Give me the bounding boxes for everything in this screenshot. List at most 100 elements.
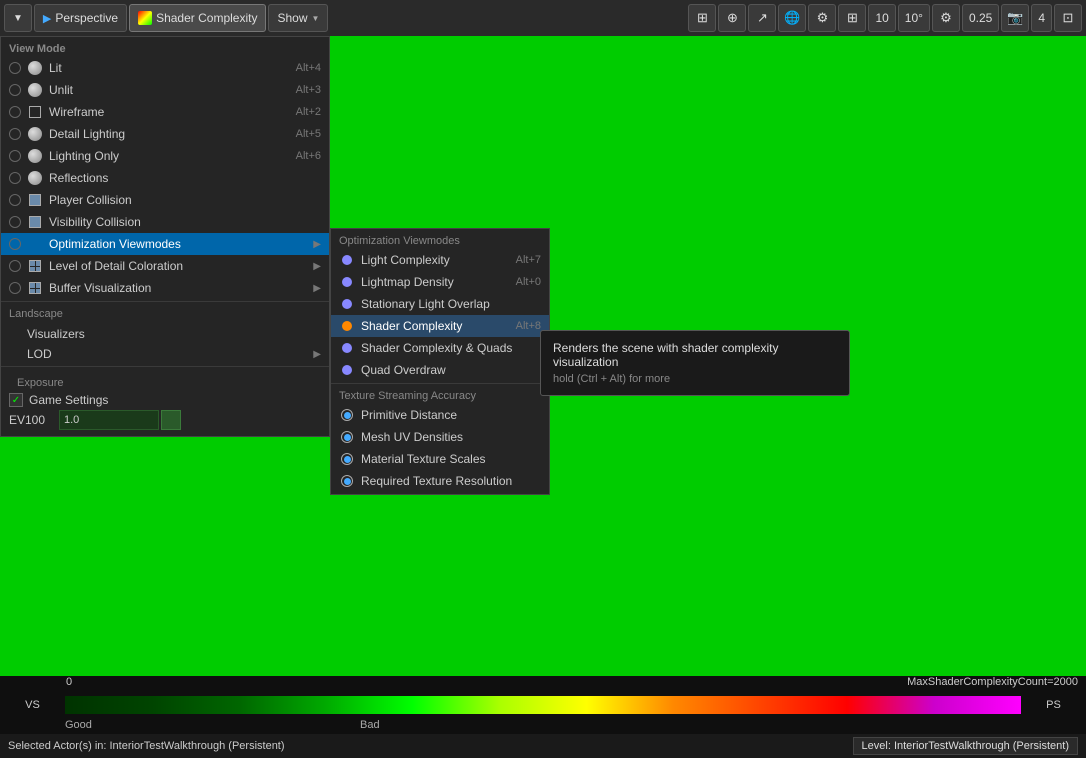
menu-item-lod-coloration[interactable]: Level of Detail Coloration ▶ — [1, 255, 329, 277]
max-shader-label: MaxShaderComplexityCount=2000 — [907, 676, 1078, 688]
lod-arrow: ▶ — [313, 261, 321, 272]
perspective-button[interactable]: ▶ Perspective — [34, 4, 127, 32]
submenu-item-required-texture[interactable]: Required Texture Resolution — [331, 470, 549, 492]
selected-actor-text: Selected Actor(s) in: InteriorTestWalkth… — [8, 740, 285, 752]
complexity-gradient-bar — [65, 696, 1021, 714]
shader-complexity-button[interactable]: Shader Complexity — [129, 4, 266, 32]
primitive-label: Primitive Distance — [361, 408, 541, 422]
gear-icon-btn[interactable]: ⚙ — [808, 4, 836, 32]
world-icon-btn[interactable]: 🌐 — [778, 4, 806, 32]
detail-lighting-label: Detail Lighting — [49, 127, 296, 141]
view-mode-section-label: View Mode — [1, 39, 329, 57]
opt-icon — [27, 236, 43, 252]
required-texture-label: Required Texture Resolution — [361, 474, 541, 488]
shader-complexity-submenu-label: Shader Complexity — [361, 319, 516, 333]
tooltip-title: Renders the scene with shader complexity… — [553, 341, 837, 369]
grid-icon-buffer — [27, 280, 43, 296]
table-icon-btn[interactable]: ⊞ — [838, 4, 866, 32]
viewport-dropdown[interactable]: ▼ — [4, 4, 32, 32]
circle-icon-mesh — [339, 429, 355, 445]
lod-short-label: LOD — [27, 347, 309, 361]
texture-divider — [331, 383, 549, 384]
gradient-bar-row: VS PS — [0, 694, 1086, 716]
exposure-label: Exposure — [9, 373, 321, 393]
angle-btn[interactable]: 10° — [898, 4, 930, 32]
toolbar: ▼ ▶ Perspective Shader Complexity Show ▼… — [0, 0, 1086, 36]
menu-item-lit[interactable]: Lit Alt+4 — [1, 57, 329, 79]
submenu-item-mesh-uv[interactable]: Mesh UV Densities — [331, 426, 549, 448]
ev100-slider[interactable] — [161, 410, 181, 430]
menu-item-detail-lighting[interactable]: Detail Lighting Alt+5 — [1, 123, 329, 145]
submenu-item-quad-overdraw[interactable]: Quad Overdraw — [331, 359, 549, 381]
material-texture-label: Material Texture Scales — [361, 452, 541, 466]
radio-player-collision — [9, 194, 21, 206]
perspective-label: Perspective — [55, 11, 118, 25]
game-settings-checkbox[interactable]: ✓ — [9, 393, 23, 407]
sphere-icon-reflections — [27, 170, 43, 186]
maximize-icon-btn[interactable]: ⊡ — [1054, 4, 1082, 32]
lod-coloration-label: Level of Detail Coloration — [49, 259, 309, 273]
submenu-item-material-texture[interactable]: Material Texture Scales — [331, 448, 549, 470]
shader-complexity-label: Shader Complexity — [156, 11, 257, 25]
sphere-icon-lighting — [27, 148, 43, 164]
dropdown-icon: ▼ — [13, 13, 23, 24]
menu-item-wireframe[interactable]: Wireframe Alt+2 — [1, 101, 329, 123]
buffer-viz-label: Buffer Visualization — [49, 281, 309, 295]
fov-btn[interactable]: 4 — [1031, 4, 1052, 32]
texture-section-label: Texture Streaming Accuracy — [331, 386, 549, 404]
arrow-icon-btn[interactable]: ↗ — [748, 4, 776, 32]
menu-item-visualizers[interactable]: Visualizers — [1, 324, 329, 344]
circle-icon-material — [339, 451, 355, 467]
menu-item-lighting-only[interactable]: Lighting Only Alt+6 — [1, 145, 329, 167]
submenu-item-lightmap[interactable]: Lightmap Density Alt+0 — [331, 271, 549, 293]
menu-item-visibility-collision[interactable]: Visibility Collision — [1, 211, 329, 233]
lighting-only-label: Lighting Only — [49, 149, 296, 163]
submenu-item-primitive[interactable]: Primitive Distance — [331, 404, 549, 426]
cube-icon-visibility — [27, 214, 43, 230]
camera-icon-btn[interactable]: 📷 — [1001, 4, 1029, 32]
settings-icon-btn[interactable]: ⚙ — [932, 4, 960, 32]
scale-btn[interactable]: 0.25 — [962, 4, 999, 32]
stationary-label: Stationary Light Overlap — [361, 297, 541, 311]
zero-label: 0 — [66, 676, 72, 688]
vs-label: VS — [25, 699, 40, 711]
ev100-input[interactable] — [59, 410, 159, 430]
show-button[interactable]: Show ▼ — [268, 4, 328, 32]
show-dropdown-arrow: ▼ — [312, 14, 320, 23]
submenu-item-shader-quads[interactable]: Shader Complexity & Quads — [331, 337, 549, 359]
radio-lod — [9, 260, 21, 272]
radio-lighting-only — [9, 150, 21, 162]
orange-dot-icon — [339, 318, 355, 334]
submenu-item-stationary[interactable]: Stationary Light Overlap — [331, 293, 549, 315]
optimization-label: Optimization Viewmodes — [49, 237, 309, 251]
opt-submenu-arrow: ▶ — [313, 239, 321, 250]
good-label: Good — [65, 719, 92, 731]
radio-buffer — [9, 282, 21, 294]
visualizers-label: Visualizers — [27, 327, 321, 341]
menu-item-buffer-viz[interactable]: Buffer Visualization ▶ — [1, 277, 329, 299]
show-label: Show — [277, 11, 307, 25]
menu-item-player-collision[interactable]: Player Collision — [1, 189, 329, 211]
shader-complexity-tooltip: Renders the scene with shader complexity… — [540, 330, 850, 396]
shader-quads-label: Shader Complexity & Quads — [361, 341, 541, 355]
num10-btn[interactable]: 10 — [868, 4, 895, 32]
dot-icon-light — [339, 252, 355, 268]
menu-item-optimization[interactable]: Optimization Viewmodes ▶ — [1, 233, 329, 255]
menu-divider-1 — [1, 301, 329, 302]
radio-reflections — [9, 172, 21, 184]
radio-optimization — [9, 238, 21, 250]
exposure-section: Exposure ✓ Game Settings EV100 — [1, 369, 329, 434]
submenu-item-light-complexity[interactable]: Light Complexity Alt+7 — [331, 249, 549, 271]
menu-item-reflections[interactable]: Reflections — [1, 167, 329, 189]
submenu-item-shader-complexity[interactable]: Shader Complexity Alt+8 — [331, 315, 549, 337]
grid-icon-btn[interactable]: ⊞ — [688, 4, 716, 32]
ev100-label: EV100 — [9, 413, 59, 427]
menu-divider-2 — [1, 366, 329, 367]
globe-icon-btn[interactable]: ⊕ — [718, 4, 746, 32]
menu-item-lod-short[interactable]: LOD ▶ — [1, 344, 329, 364]
lod-short-arrow: ▶ — [313, 349, 321, 360]
wireframe-label: Wireframe — [49, 105, 296, 119]
game-settings-row[interactable]: ✓ Game Settings — [9, 393, 321, 407]
menu-item-unlit[interactable]: Unlit Alt+3 — [1, 79, 329, 101]
status-bar: Selected Actor(s) in: InteriorTestWalkth… — [0, 734, 1086, 758]
